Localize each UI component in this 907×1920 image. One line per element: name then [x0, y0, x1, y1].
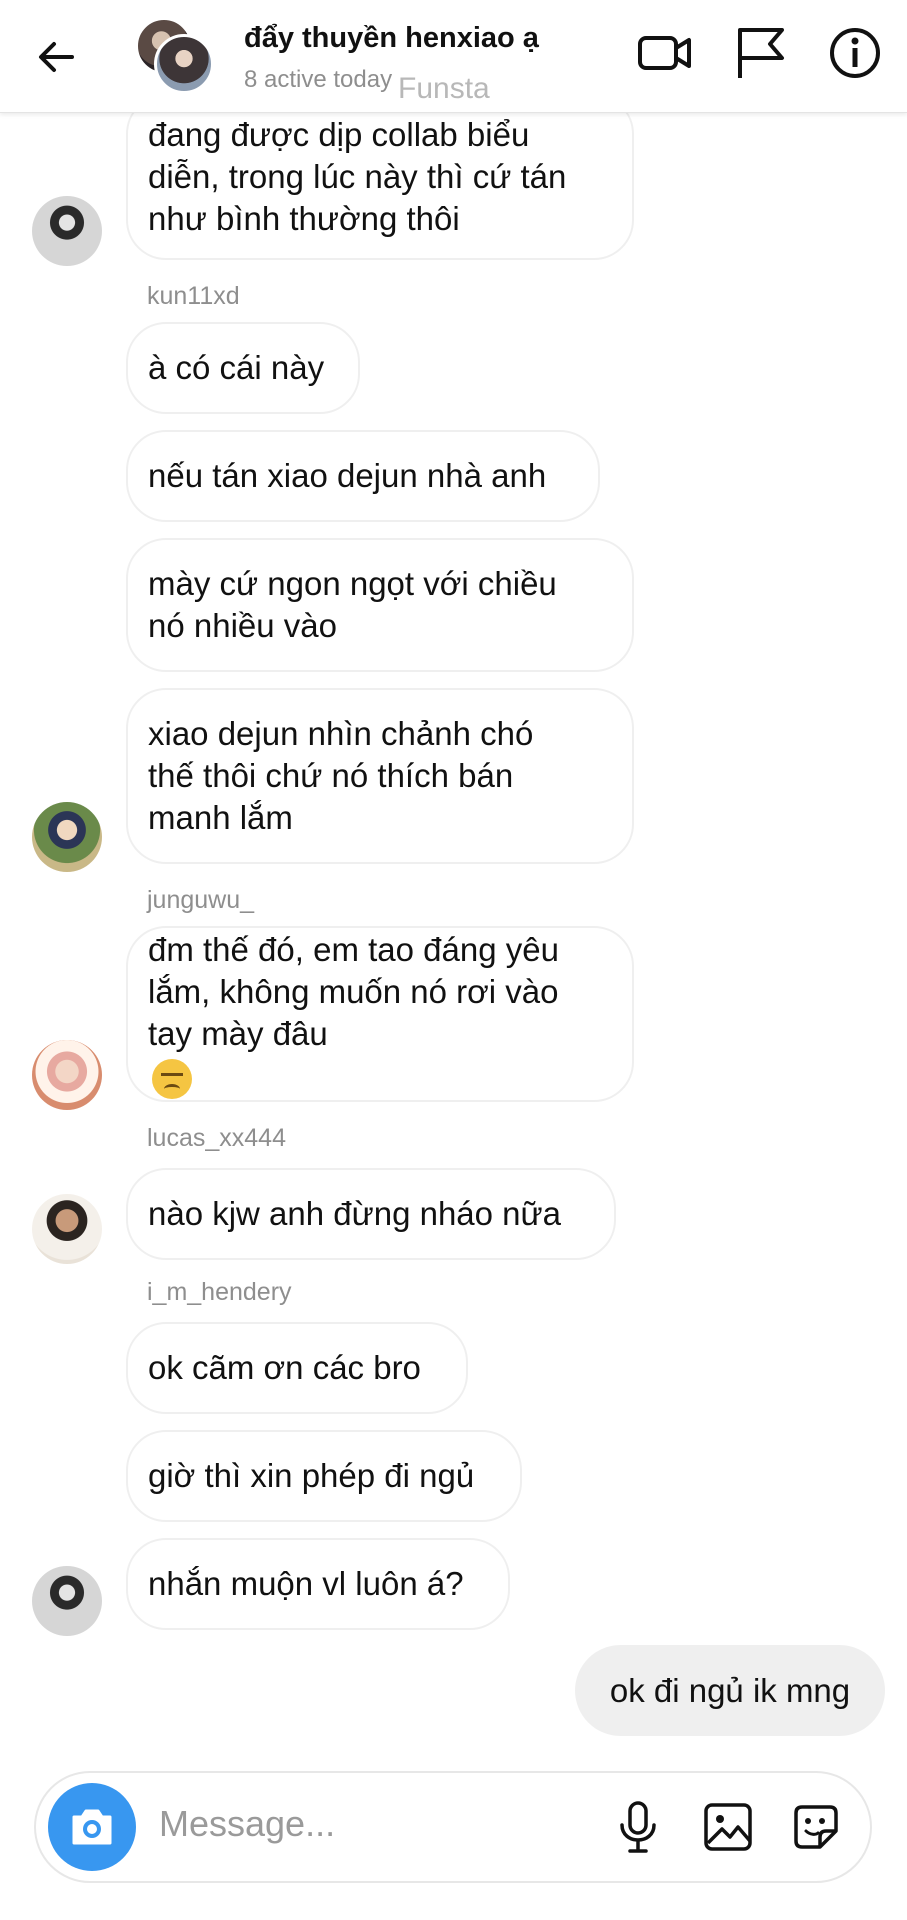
- group-avatar[interactable]: [136, 18, 214, 94]
- message-bubble[interactable]: nhắn muộn vl luôn á?: [126, 1538, 510, 1630]
- sender-avatar[interactable]: [32, 1194, 102, 1264]
- video-call-icon[interactable]: [636, 24, 694, 82]
- angry-face-emoji: [152, 1058, 192, 1099]
- message-text: nếu tán xiao dejun nhà anh: [148, 457, 547, 494]
- own-message-bubble[interactable]: ok đi ngủ ik mng: [575, 1645, 885, 1736]
- camera-icon: [72, 1809, 112, 1845]
- camera-button[interactable]: [48, 1783, 136, 1871]
- sender-avatar[interactable]: [32, 802, 102, 872]
- message-bubble[interactable]: ok cãm ơn các bro: [126, 1322, 468, 1414]
- message-bubble[interactable]: à có cái này: [126, 322, 360, 414]
- group-avatar-2: [154, 34, 214, 94]
- message-composer: Message...: [34, 1771, 872, 1883]
- sender-username: i_m_hendery: [147, 1278, 292, 1306]
- message-text: đm thế đó, em tao đáng yêu lắm, không muố…: [148, 929, 559, 1099]
- message-bubble[interactable]: đang được dịp collab biểu diễn, trong lúc…: [126, 94, 634, 260]
- chat-title[interactable]: đẩy thuyền henxiao ạ: [244, 22, 539, 55]
- message-text: nào kjw anh đừng nháo nữa: [148, 1195, 561, 1232]
- active-status: 8 active today: [244, 66, 393, 93]
- sender-username: junguwu_: [147, 886, 255, 914]
- message-bubble[interactable]: xiao dejun nhìn chảnh chó thế thôi chứ nó…: [126, 688, 634, 864]
- message-bubble[interactable]: giờ thì xin phép đi ngủ: [126, 1430, 522, 1522]
- message-input[interactable]: Message...: [159, 1803, 335, 1845]
- gallery-icon[interactable]: [700, 1799, 756, 1855]
- watermark: Funsta: [398, 72, 490, 105]
- message-bubble[interactable]: nếu tán xiao dejun nhà anh: [126, 430, 600, 522]
- sender-username: lucas_xx444: [147, 1124, 286, 1152]
- info-icon[interactable]: [826, 24, 884, 82]
- message-text: ok cãm ơn các bro: [148, 1349, 421, 1386]
- sender-avatar[interactable]: [32, 196, 102, 266]
- message-text: à có cái này: [148, 349, 325, 386]
- sender-avatar[interactable]: [32, 1040, 102, 1110]
- sender-username: kun11xd: [147, 282, 240, 310]
- sticker-icon[interactable]: [788, 1799, 844, 1855]
- flag-icon[interactable]: [730, 24, 788, 82]
- message-text: giờ thì xin phép đi ngủ: [148, 1457, 475, 1494]
- back-arrow-icon[interactable]: [30, 30, 84, 84]
- message-text: đang được dịp collab biểu diễn, trong lúc…: [148, 116, 567, 237]
- sender-avatar[interactable]: [32, 1566, 102, 1636]
- microphone-icon[interactable]: [610, 1799, 666, 1855]
- message-text: ok đi ngủ ik mng: [609, 1671, 851, 1709]
- message-text: xiao dejun nhìn chảnh chó thế thôi chứ nó…: [148, 715, 534, 836]
- message-text: nhắn muộn vl luôn á?: [148, 1565, 464, 1602]
- message-bubble[interactable]: nào kjw anh đừng nháo nữa: [126, 1168, 616, 1260]
- message-bubble[interactable]: đm thế đó, em tao đáng yêu lắm, không muố…: [126, 926, 634, 1102]
- message-text: mày cứ ngon ngọt với chiều nó nhiều vào: [148, 565, 557, 644]
- message-bubble[interactable]: mày cứ ngon ngọt với chiều nó nhiều vào: [126, 538, 634, 672]
